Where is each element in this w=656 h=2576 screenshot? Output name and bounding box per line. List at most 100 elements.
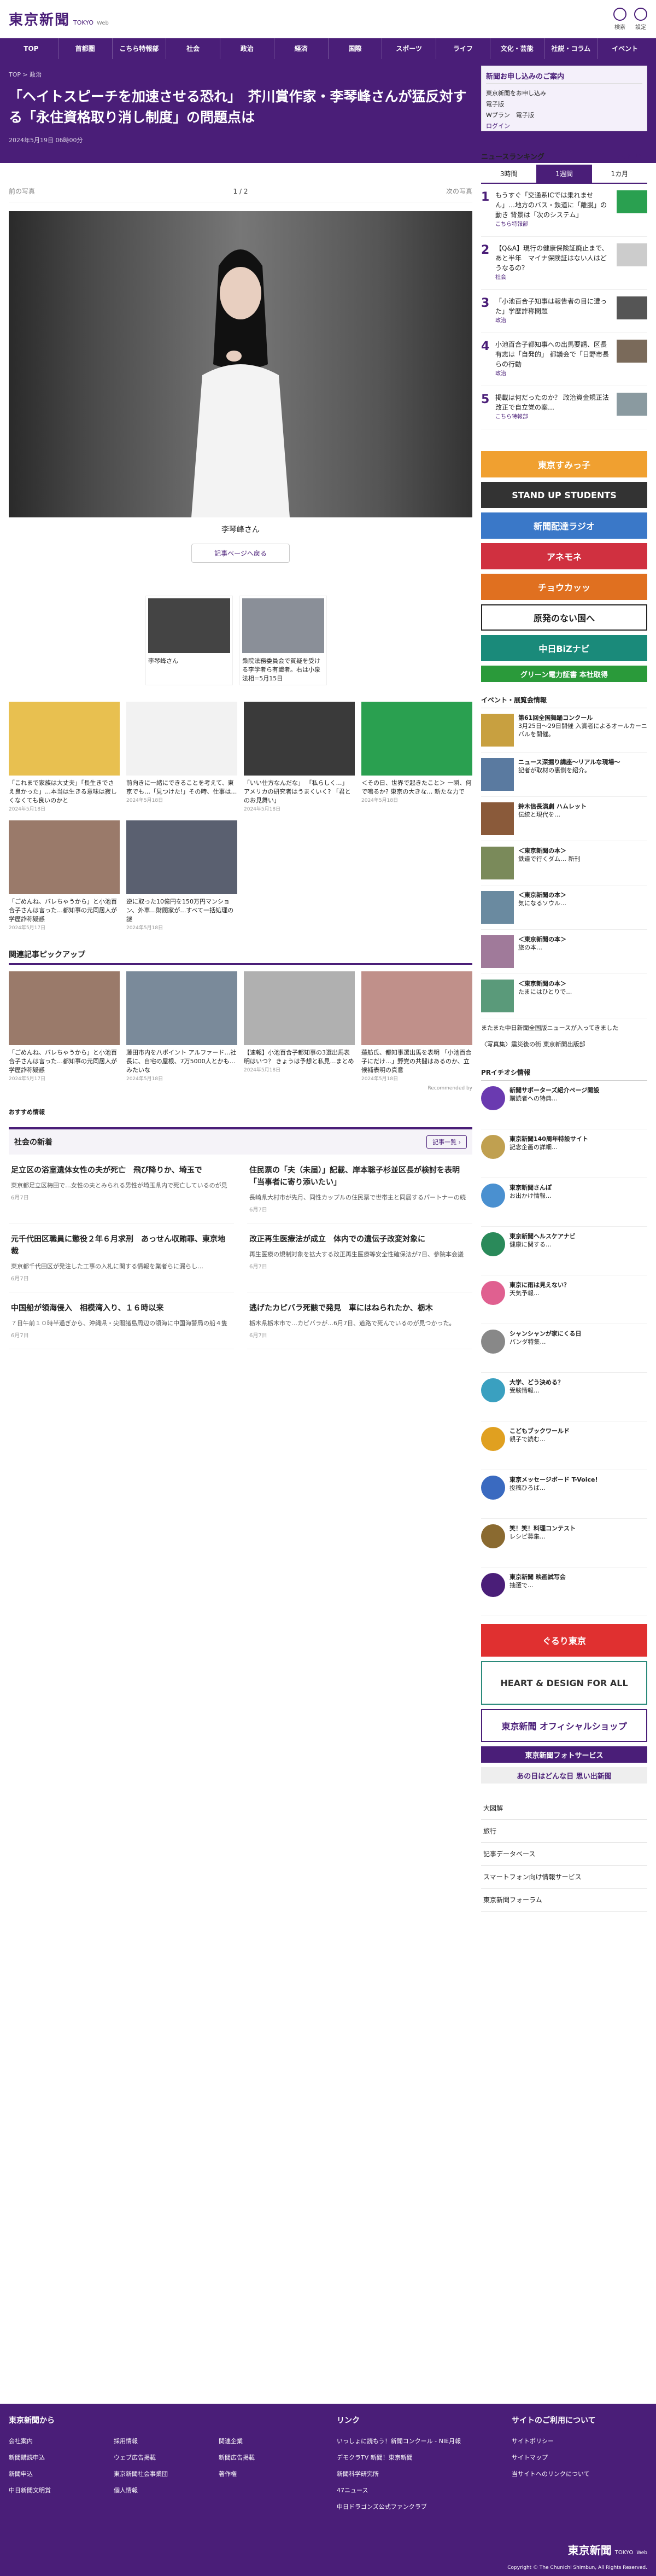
pr-item[interactable]: シャンシャンが家にくる日 パンダ特集…	[481, 1324, 647, 1373]
footer-link[interactable]: サイトマップ	[512, 2453, 632, 2462]
article-card[interactable]: 「これまで家族は大丈夫」「長生きでさえ良かった」…本当は生きる意味は寂しくなくて…	[9, 702, 120, 814]
breadcrumb[interactable]: TOP > 政治	[9, 70, 473, 79]
event-extra[interactable]: 〈写真集〉震災後の街 東京新聞出版部	[481, 1038, 647, 1054]
pr-item[interactable]: 東京に雨は見えない？ 天気予報…	[481, 1275, 647, 1324]
thumbnail[interactable]: 李琴峰さん	[145, 596, 233, 685]
footer-link[interactable]: 当サイトへのリンクについて	[512, 2469, 632, 2478]
article-card[interactable]: 【速報】小池百合子都知事の3選出馬表明はいつ？ きょうは予想と私見…まとめ 202…	[244, 971, 355, 1083]
ranking-item[interactable]: 4 小池百合子都知事への出馬要請、区長有志は「自発的」 都議会で「日野市長らの行動…	[481, 333, 647, 386]
settings-button[interactable]: 設定	[634, 7, 647, 31]
nav-bunka[interactable]: 文化・芸能	[490, 38, 544, 59]
pr-item[interactable]: 新聞サポーターズ紹介ページ開設 購読者への特典…	[481, 1081, 647, 1129]
footer-link[interactable]: 個人情報	[114, 2486, 210, 2495]
banner[interactable]: STAND UP STUDENTS	[481, 482, 647, 508]
event-item[interactable]: 鈴木信長演劇 ハムレット 伝統と現代を…	[481, 797, 647, 841]
tab-3hours[interactable]: 3時間	[481, 165, 536, 183]
sidebar-link[interactable]: スマートフォン向け情報サービス	[481, 1866, 647, 1889]
ranking-more-link[interactable]: もっと見る ›	[616, 152, 647, 160]
article-card[interactable]: 前向きに一緒にできることを考えて、東京でも…「見つけた!」その時、仕事は… 202…	[126, 702, 237, 814]
footer-link[interactable]: 中日新聞文明賞	[9, 2486, 105, 2495]
nav-shasetsu[interactable]: 社説・コラム	[544, 38, 599, 59]
next-photo-link[interactable]: 次の写真	[446, 187, 472, 196]
banner[interactable]: アネモネ	[481, 543, 647, 569]
nav-sports[interactable]: スポーツ	[382, 38, 436, 59]
tab-1week[interactable]: 1週間	[536, 165, 592, 183]
nav-shakai[interactable]: 社会	[166, 38, 220, 59]
footer-link[interactable]: 会社案内	[9, 2437, 105, 2445]
nav-event[interactable]: イベント	[598, 38, 652, 59]
nav-life[interactable]: ライフ	[436, 38, 490, 59]
article-card[interactable]: 「ごめんね、バレちゃうから」と小池百合子さんは言った…都知事の元同居人が学歴詐称…	[9, 820, 120, 933]
event-item[interactable]: 第61回全国舞踊コンクール 3月25日〜29日開催 入賞者によるオールカーニバルを…	[481, 708, 647, 753]
footer-link[interactable]: 著作権	[219, 2469, 315, 2478]
banner[interactable]: チョウカッッ	[481, 574, 647, 600]
nav-tokuhobu[interactable]: こちら特報部	[113, 38, 167, 59]
nav-kokusai[interactable]: 国際	[329, 38, 383, 59]
banner[interactable]: グリーン電力証書 本社取得	[481, 666, 647, 682]
nav-top[interactable]: TOP	[4, 38, 58, 59]
footer-link[interactable]: 47ニュース	[337, 2486, 490, 2495]
ranking-item[interactable]: 1 もうすぐ「交通系ICでは乗れません」…地方のバス・鉄道に「離脱」の動き 背景は…	[481, 184, 647, 237]
article-card[interactable]: 「ごめんね、バレちゃうから」と小池百合子さんは言った…都知事の元同居人が学歴詐称…	[9, 971, 120, 1083]
prev-photo-link[interactable]: 前の写真	[9, 187, 35, 196]
banner[interactable]: 東京すみっ子	[481, 451, 647, 477]
pr-item[interactable]: 東京新聞140周年特設サイト 記念企画の詳細…	[481, 1129, 647, 1178]
pr-item[interactable]: 東京新聞さんぽ お出かけ情報…	[481, 1178, 647, 1227]
footer-link[interactable]: 新聞申込	[9, 2469, 105, 2478]
event-item[interactable]: ＜東京新聞の本＞ たまにはひとりで…	[481, 974, 647, 1018]
footer-link[interactable]: 中日ドラゴンズ公式ファンクラブ	[337, 2502, 490, 2511]
search-button[interactable]: 検索	[613, 7, 626, 31]
banner[interactable]: 中日BiZナビ	[481, 635, 647, 661]
news-item[interactable]: 住民票の「夫（未届）」記載、岸本聡子杉並区長が検討を表明 「当事者に寄り添いたい…	[247, 1155, 472, 1223]
nav-shutoken[interactable]: 首都圏	[58, 38, 113, 59]
side-banner[interactable]: ぐるり東京	[481, 1624, 647, 1657]
side-banner[interactable]: 東京新聞フォトサービス	[481, 1746, 647, 1763]
sidebar-link[interactable]: 東京新聞フォーラム	[481, 1889, 647, 1911]
event-item[interactable]: ＜東京新聞の本＞ 旅の本…	[481, 930, 647, 974]
pr-item[interactable]: 東京新聞 映画試写会 抽選で…	[481, 1567, 647, 1616]
ranking-item[interactable]: 2 【Q&A】現行の健康保険証廃止まで、あと半年 マイナ保険証はない人はどうなるの…	[481, 237, 647, 290]
pr-item[interactable]: 大学、どう決める？ 受験情報…	[481, 1373, 647, 1421]
footer-logo[interactable]: 東京新聞 TOKYO Web	[568, 2542, 647, 2557]
event-item[interactable]: ＜東京新聞の本＞ 鉄道で行くダム… 新刊	[481, 841, 647, 885]
footer-link[interactable]: 新聞広告掲載	[219, 2453, 315, 2462]
article-card[interactable]: 蓮舫氏、都知事選出馬を表明 「小池百合子にだけ…」野党の共闘はあるのか、立候補表…	[361, 971, 472, 1083]
side-banner[interactable]: HEART & DESIGN FOR ALL	[481, 1661, 647, 1705]
pr-item[interactable]: 笑！笑！料理コンテスト レシピ募集…	[481, 1519, 647, 1567]
banner[interactable]: 新聞配達ラジオ	[481, 512, 647, 539]
nav-seiji[interactable]: 政治	[220, 38, 274, 59]
article-card[interactable]: ＜その日、世界で起きたこと＞ 一瞬、何で鳴るか? 東京の大きな… 新たな力で 20…	[361, 702, 472, 814]
article-card[interactable]: 「いい仕方なんだな」 「私らしく…」 アメリカの研究者はうまくいく? 「君とのお…	[244, 702, 355, 814]
event-extra[interactable]: またまた中日新聞全国版ニュースが入ってきました	[481, 1018, 647, 1038]
pr-item[interactable]: 東京メッセージボード T-Voice! 投稿ひろば…	[481, 1470, 647, 1519]
pr-item[interactable]: こどもブックワールド 親子で読む…	[481, 1421, 647, 1470]
pr-item[interactable]: 東京新聞ヘルスケアナビ 健康に関する…	[481, 1227, 647, 1275]
nav-keizai[interactable]: 経済	[274, 38, 329, 59]
recommended-by[interactable]: Recommended by	[9, 1086, 472, 1091]
footer-link[interactable]: ウェブ広告掲載	[114, 2453, 210, 2462]
sidebar-link[interactable]: 記事データベース	[481, 1843, 647, 1866]
logo-text[interactable]: 東京新聞	[9, 9, 70, 29]
footer-link[interactable]: 新聞購読申込	[9, 2453, 105, 2462]
tab-1month[interactable]: 1カ月	[592, 165, 647, 183]
side-banner[interactable]: あの日はどんな日 思い出新聞	[481, 1767, 647, 1784]
article-card[interactable]: 逆に取った10億円を150万円マンション、外車…財閥家が…すべて一括処理の謎 20…	[126, 820, 237, 933]
article-card[interactable]: 藤田市内を八ポイント アルファード…社長に、自宅の屋根、7万5000人とかも…み…	[126, 971, 237, 1083]
login-link[interactable]: ログイン	[486, 121, 642, 132]
footer-link[interactable]: デモクラTV 新聞！東京新聞	[337, 2453, 490, 2462]
footer-link[interactable]: 関連企業	[219, 2437, 315, 2445]
news-item[interactable]: 元千代田区職員に懲役２年６月求刑 あっせん収賄罪、東京地裁 東京都千代田区が発注し…	[9, 1223, 234, 1292]
event-item[interactable]: ニュース深掘り講座〜リアルな現場〜 記者が取材の裏側を紹介。	[481, 753, 647, 797]
site-logo[interactable]: 東京新聞 TOKYO Web	[9, 9, 109, 29]
news-item[interactable]: 足立区の浴室遺体女性の夫が死亡 飛び降りか、埼玉で 東京都足立区梅田で…女性の夫と…	[9, 1155, 234, 1223]
ranking-item[interactable]: 5 掲載は何だったのか？ 政治資金規正法改正で自立党の案… こちら特報部	[481, 386, 647, 429]
sidebar-link[interactable]: 旅行	[481, 1820, 647, 1843]
ranking-item[interactable]: 3 「小池百合子知事は報告者の目に遭った」学歴詐称問題 政治	[481, 290, 647, 333]
news-item[interactable]: 改正再生医療法が成立 体内での遺伝子改変対象に 再生医療の規制対象を拡大する改正再…	[247, 1223, 472, 1292]
banner[interactable]: 原発のない国へ	[481, 604, 647, 631]
sidebar-link[interactable]: 大図解	[481, 1797, 647, 1820]
side-banner[interactable]: 東京新聞 オフィシャルショップ	[481, 1709, 647, 1742]
news-item[interactable]: 逃げたカピバラ死骸で発見 車にはねられたか、栃木 栃木県栃木市で…カピバラが…6月…	[247, 1292, 472, 1349]
news-item[interactable]: 中国船が領海侵入 相模湾入り、１６時以来 ７日午前１０時半過ぎから、沖縄県・尖閣諸…	[9, 1292, 234, 1349]
article-list-button[interactable]: 記事一覧 ›	[426, 1135, 467, 1149]
